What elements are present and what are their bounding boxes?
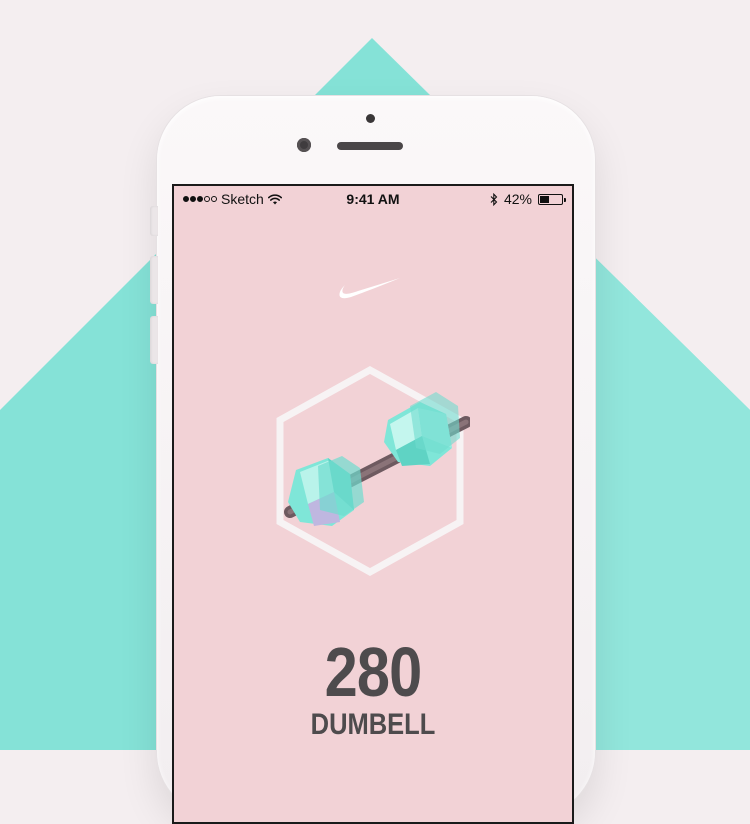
battery-percent: 42% <box>503 191 532 207</box>
swoosh-logo-icon <box>339 278 400 299</box>
volume-down-button <box>150 316 158 364</box>
mute-switch <box>150 206 158 236</box>
battery-icon <box>538 193 566 205</box>
battery-level-fill <box>540 195 549 203</box>
status-bar: Sketch 9:41 AM 42% <box>174 186 572 212</box>
volume-up-button <box>150 256 158 304</box>
exercise-name: DUMBELL <box>310 708 436 741</box>
dumbbell-illustration <box>276 365 470 577</box>
battery-tip <box>564 197 566 202</box>
phone-device: Sketch 9:41 AM 42% 280 DUMBELL <box>150 96 595 824</box>
dumbbell-icon <box>284 392 470 526</box>
bluetooth-icon <box>490 192 498 206</box>
proximity-sensor <box>366 114 375 123</box>
rep-count: 280 <box>324 633 423 711</box>
front-camera <box>297 138 311 152</box>
earpiece-speaker <box>337 142 403 150</box>
status-right: 42% <box>490 191 566 207</box>
phone-screen: Sketch 9:41 AM 42% 280 DUMBELL <box>172 184 574 824</box>
